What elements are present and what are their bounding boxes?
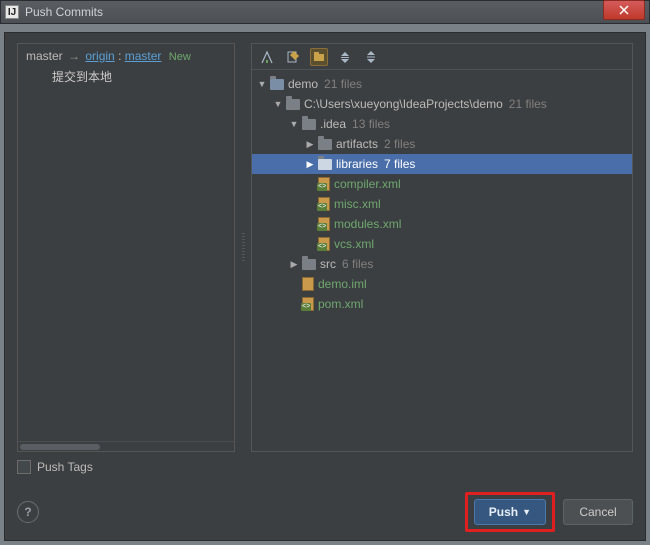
xml-file-icon: <> [318, 217, 330, 231]
intellij-icon: IJ [5, 5, 19, 19]
tree-node-file[interactable]: • <> modules.xml [252, 214, 632, 234]
push-tags-option[interactable]: Push Tags [17, 460, 633, 474]
tree-node-file[interactable]: • demo.iml [252, 274, 632, 294]
help-button[interactable]: ? [17, 501, 39, 523]
folder-icon [318, 139, 332, 150]
arrow-icon: → [68, 49, 80, 63]
splitter-handle[interactable] [241, 43, 245, 452]
remote-branch-link[interactable]: master [125, 49, 162, 63]
window-title: Push Commits [25, 5, 103, 19]
folder-icon [302, 119, 316, 130]
folder-icon [302, 259, 316, 270]
module-folder-icon [270, 79, 284, 90]
push-button[interactable]: Push▼ [474, 499, 546, 525]
file-tree[interactable]: ▼ demo 21 files ▼ C:\Users\xueyong\IdeaP… [252, 70, 632, 451]
changes-toolbar [252, 44, 632, 70]
horizontal-scrollbar[interactable] [18, 441, 234, 451]
changes-pane: ▼ demo 21 files ▼ C:\Users\xueyong\IdeaP… [251, 43, 633, 452]
group-by-directory-button[interactable] [310, 48, 328, 66]
edit-button[interactable] [284, 48, 302, 66]
folder-icon [318, 159, 332, 170]
tree-node-libraries[interactable]: ▶ libraries 7 files [252, 154, 632, 174]
chevron-down-icon[interactable]: ▼ [256, 79, 268, 89]
folder-icon [286, 99, 300, 110]
window-close-button[interactable] [603, 0, 645, 20]
chevron-right-icon[interactable]: ▶ [304, 159, 316, 170]
chevron-down-icon[interactable]: ▼ [272, 99, 284, 109]
chevron-down-icon[interactable]: ▼ [288, 119, 300, 129]
local-branch: master [26, 49, 63, 63]
remote-name-link[interactable]: origin [85, 49, 114, 63]
xml-file-icon: <> [302, 297, 314, 311]
close-icon [619, 5, 629, 15]
annotation-highlight: Push▼ [465, 492, 555, 532]
chevron-right-icon[interactable]: ▶ [304, 139, 316, 150]
title-bar: IJ Push Commits [0, 0, 650, 24]
push-tags-label: Push Tags [37, 460, 93, 474]
dropdown-caret-icon: ▼ [522, 507, 531, 517]
branch-spec[interactable]: master → origin : master New [18, 44, 234, 66]
commits-pane: master → origin : master New 提交到本地 [17, 43, 235, 452]
show-diff-button[interactable] [258, 48, 276, 66]
tree-node-path[interactable]: ▼ C:\Users\xueyong\IdeaProjects\demo 21 … [252, 94, 632, 114]
iml-file-icon [302, 277, 314, 291]
tree-node-artifacts[interactable]: ▶ artifacts 2 files [252, 134, 632, 154]
tree-node-file[interactable]: • <> misc.xml [252, 194, 632, 214]
tree-node-file[interactable]: • <> compiler.xml [252, 174, 632, 194]
tree-node-file[interactable]: • <> vcs.xml [252, 234, 632, 254]
commit-message[interactable]: 提交到本地 [18, 66, 234, 89]
new-branch-badge: New [169, 51, 191, 63]
tree-node-file[interactable]: • <> pom.xml [252, 294, 632, 314]
xml-file-icon: <> [318, 177, 330, 191]
xml-file-icon: <> [318, 237, 330, 251]
xml-file-icon: <> [318, 197, 330, 211]
expand-all-button[interactable] [336, 48, 354, 66]
tree-node-src[interactable]: ▶ src 6 files [252, 254, 632, 274]
cancel-button[interactable]: Cancel [563, 499, 633, 525]
chevron-right-icon[interactable]: ▶ [288, 259, 300, 270]
push-commits-dialog: master → origin : master New 提交到本地 [4, 32, 646, 541]
collapse-all-button[interactable] [362, 48, 380, 66]
tree-node-idea[interactable]: ▼ .idea 13 files [252, 114, 632, 134]
tree-node-root[interactable]: ▼ demo 21 files [252, 74, 632, 94]
push-tags-checkbox[interactable] [17, 460, 31, 474]
